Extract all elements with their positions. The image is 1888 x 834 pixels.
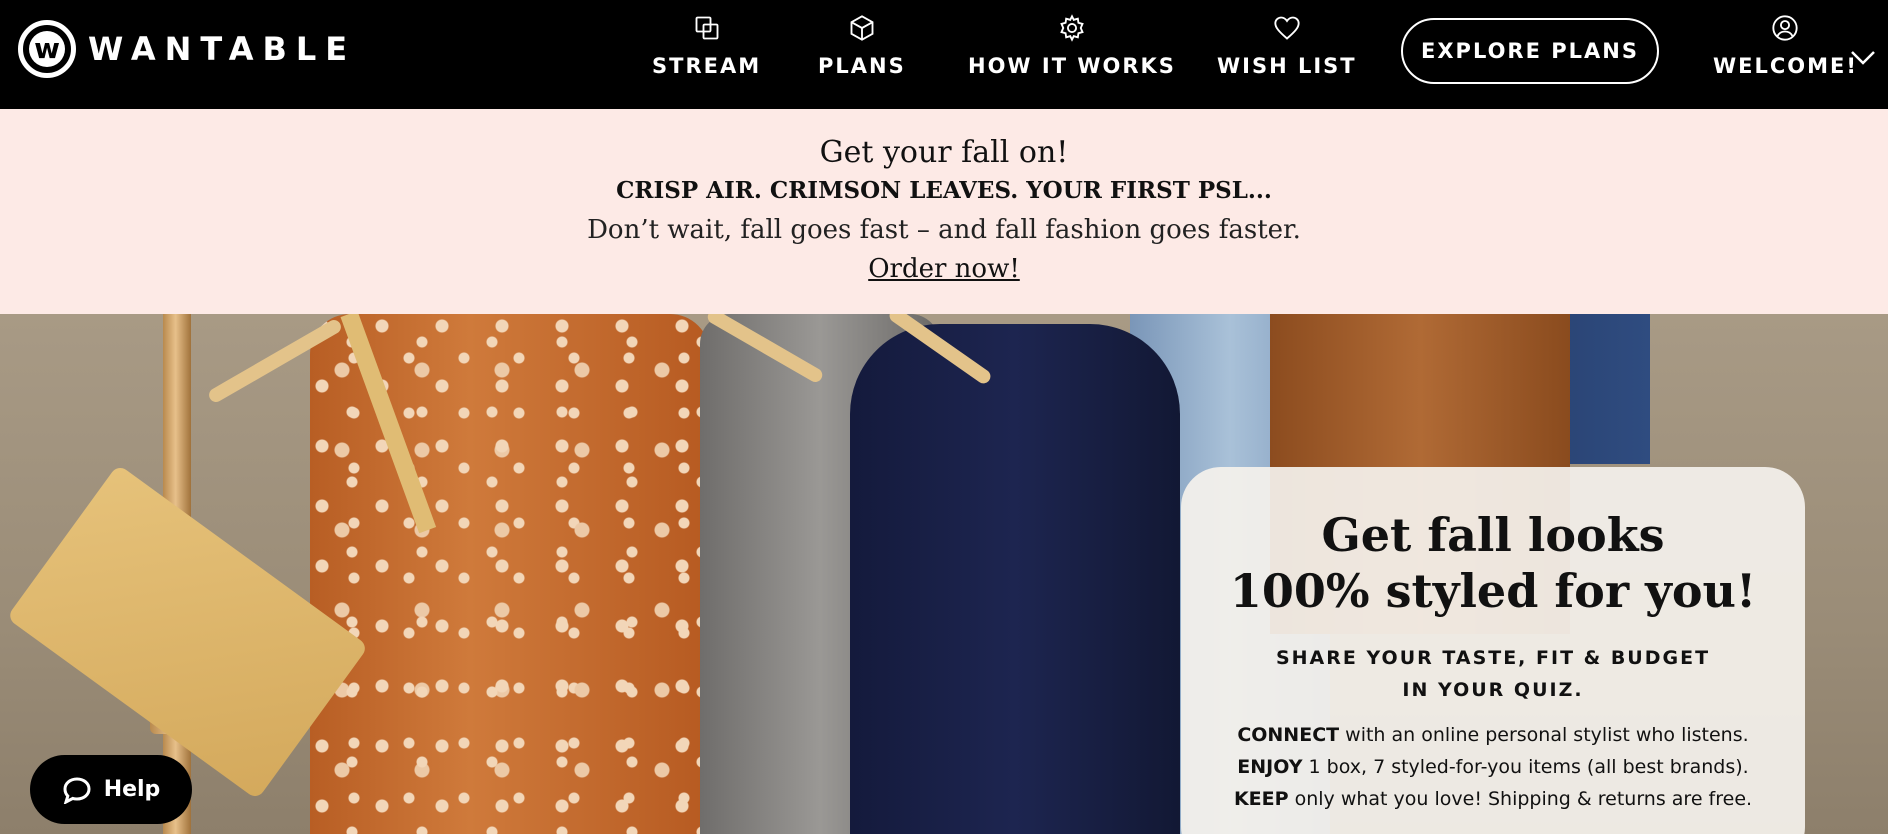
- account-menu[interactable]: WELCOME!: [1713, 14, 1858, 78]
- benefit-keep: KEEP only what you love! Shipping & retu…: [1181, 783, 1805, 815]
- benefit-keep-bold: KEEP: [1233, 788, 1289, 810]
- nav-label-stream: STREAM: [652, 54, 762, 78]
- chat-bubble-icon: [63, 776, 91, 804]
- hero-card: Get fall looks 100% styled for you! SHAR…: [1181, 467, 1805, 834]
- hero-card-title-line1: Get fall looks: [1321, 508, 1665, 562]
- benefit-connect-bold: CONNECT: [1237, 724, 1340, 746]
- nav-label-how-it-works: HOW IT WORKS: [968, 54, 1176, 78]
- benefit-connect-text: with an online personal stylist who list…: [1339, 724, 1749, 746]
- help-button[interactable]: Help: [30, 755, 192, 824]
- nav-label-plans: PLANS: [818, 54, 906, 78]
- promo-banner: Get your fall on! CRISP AIR. CRIMSON LEA…: [0, 109, 1888, 314]
- box-icon: [850, 15, 874, 41]
- hero-card-title-line2: 100% styled for you!: [1229, 564, 1757, 618]
- top-nav: w WANTABLE STREAM PLANS HOW IT WORKS WIS…: [0, 0, 1888, 109]
- help-label: Help: [103, 777, 161, 802]
- benefit-connect: CONNECT with an online personal stylist …: [1181, 719, 1805, 751]
- wantable-logo[interactable]: w WANTABLE: [18, 20, 356, 78]
- heart-icon: [1274, 16, 1300, 40]
- promo-text: Don’t wait, fall goes fast – and fall fa…: [587, 215, 1301, 245]
- user-icon: [1772, 15, 1799, 41]
- nav-label-wish-list: WISH LIST: [1217, 54, 1357, 78]
- hero-card-title: Get fall looks 100% styled for you!: [1181, 507, 1805, 619]
- order-now-link[interactable]: Order now!: [868, 254, 1020, 284]
- benefit-enjoy: ENJOY 1 box, 7 styled-for-you items (all…: [1181, 751, 1805, 783]
- benefit-keep-text: only what you love! Shipping & returns a…: [1288, 788, 1753, 810]
- promo-title: Get your fall on!: [819, 135, 1069, 170]
- stream-icon: [695, 16, 718, 40]
- nav-item-wish-list[interactable]: WISH LIST: [1217, 14, 1357, 78]
- benefit-enjoy-text: 1 box, 7 styled-for-you items (all best …: [1302, 756, 1749, 778]
- hero-card-subtitle: SHARE YOUR TASTE, FIT & BUDGET IN YOUR Q…: [1181, 642, 1805, 706]
- account-welcome-label: WELCOME!: [1713, 54, 1858, 78]
- gear-icon: [1060, 14, 1084, 42]
- hero-card-subtitle-line1: SHARE YOUR TASTE, FIT & BUDGET: [1275, 647, 1711, 669]
- promo-subtitle: CRISP AIR. CRIMSON LEAVES. YOUR FIRST PS…: [616, 177, 1272, 204]
- nav-item-how-it-works[interactable]: HOW IT WORKS: [968, 14, 1176, 78]
- logo-mark: w: [18, 20, 76, 78]
- hero-card-benefits: CONNECT with an online personal stylist …: [1181, 719, 1805, 815]
- nav-item-plans[interactable]: PLANS: [818, 14, 906, 78]
- logo-letter: w: [29, 31, 65, 67]
- explore-plans-button[interactable]: EXPLORE PLANS: [1401, 18, 1659, 84]
- chevron-down-icon[interactable]: [1850, 50, 1876, 66]
- benefit-enjoy-bold: ENJOY: [1237, 756, 1303, 778]
- logo-wordmark: WANTABLE: [88, 30, 357, 68]
- hero-garment-navy-sweater: [850, 324, 1180, 834]
- nav-item-stream[interactable]: STREAM: [652, 14, 761, 78]
- hero-card-subtitle-line2: IN YOUR QUIZ.: [1402, 679, 1584, 701]
